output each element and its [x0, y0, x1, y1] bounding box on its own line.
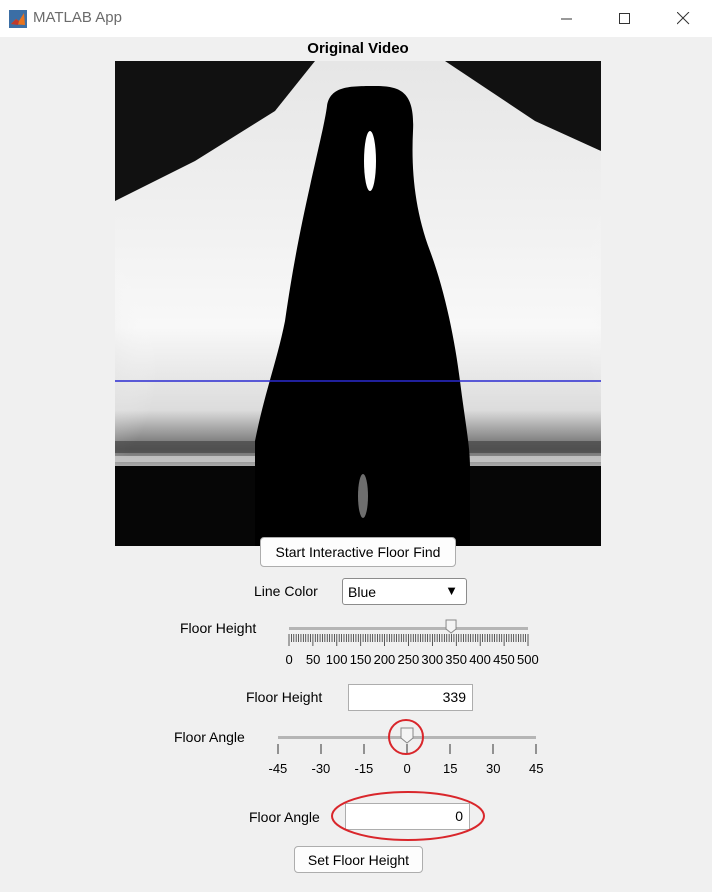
annotation-overlay	[331, 719, 485, 841]
annotation-circle-angle-field	[331, 791, 485, 841]
annotation-circle-slider-thumb	[388, 719, 424, 755]
